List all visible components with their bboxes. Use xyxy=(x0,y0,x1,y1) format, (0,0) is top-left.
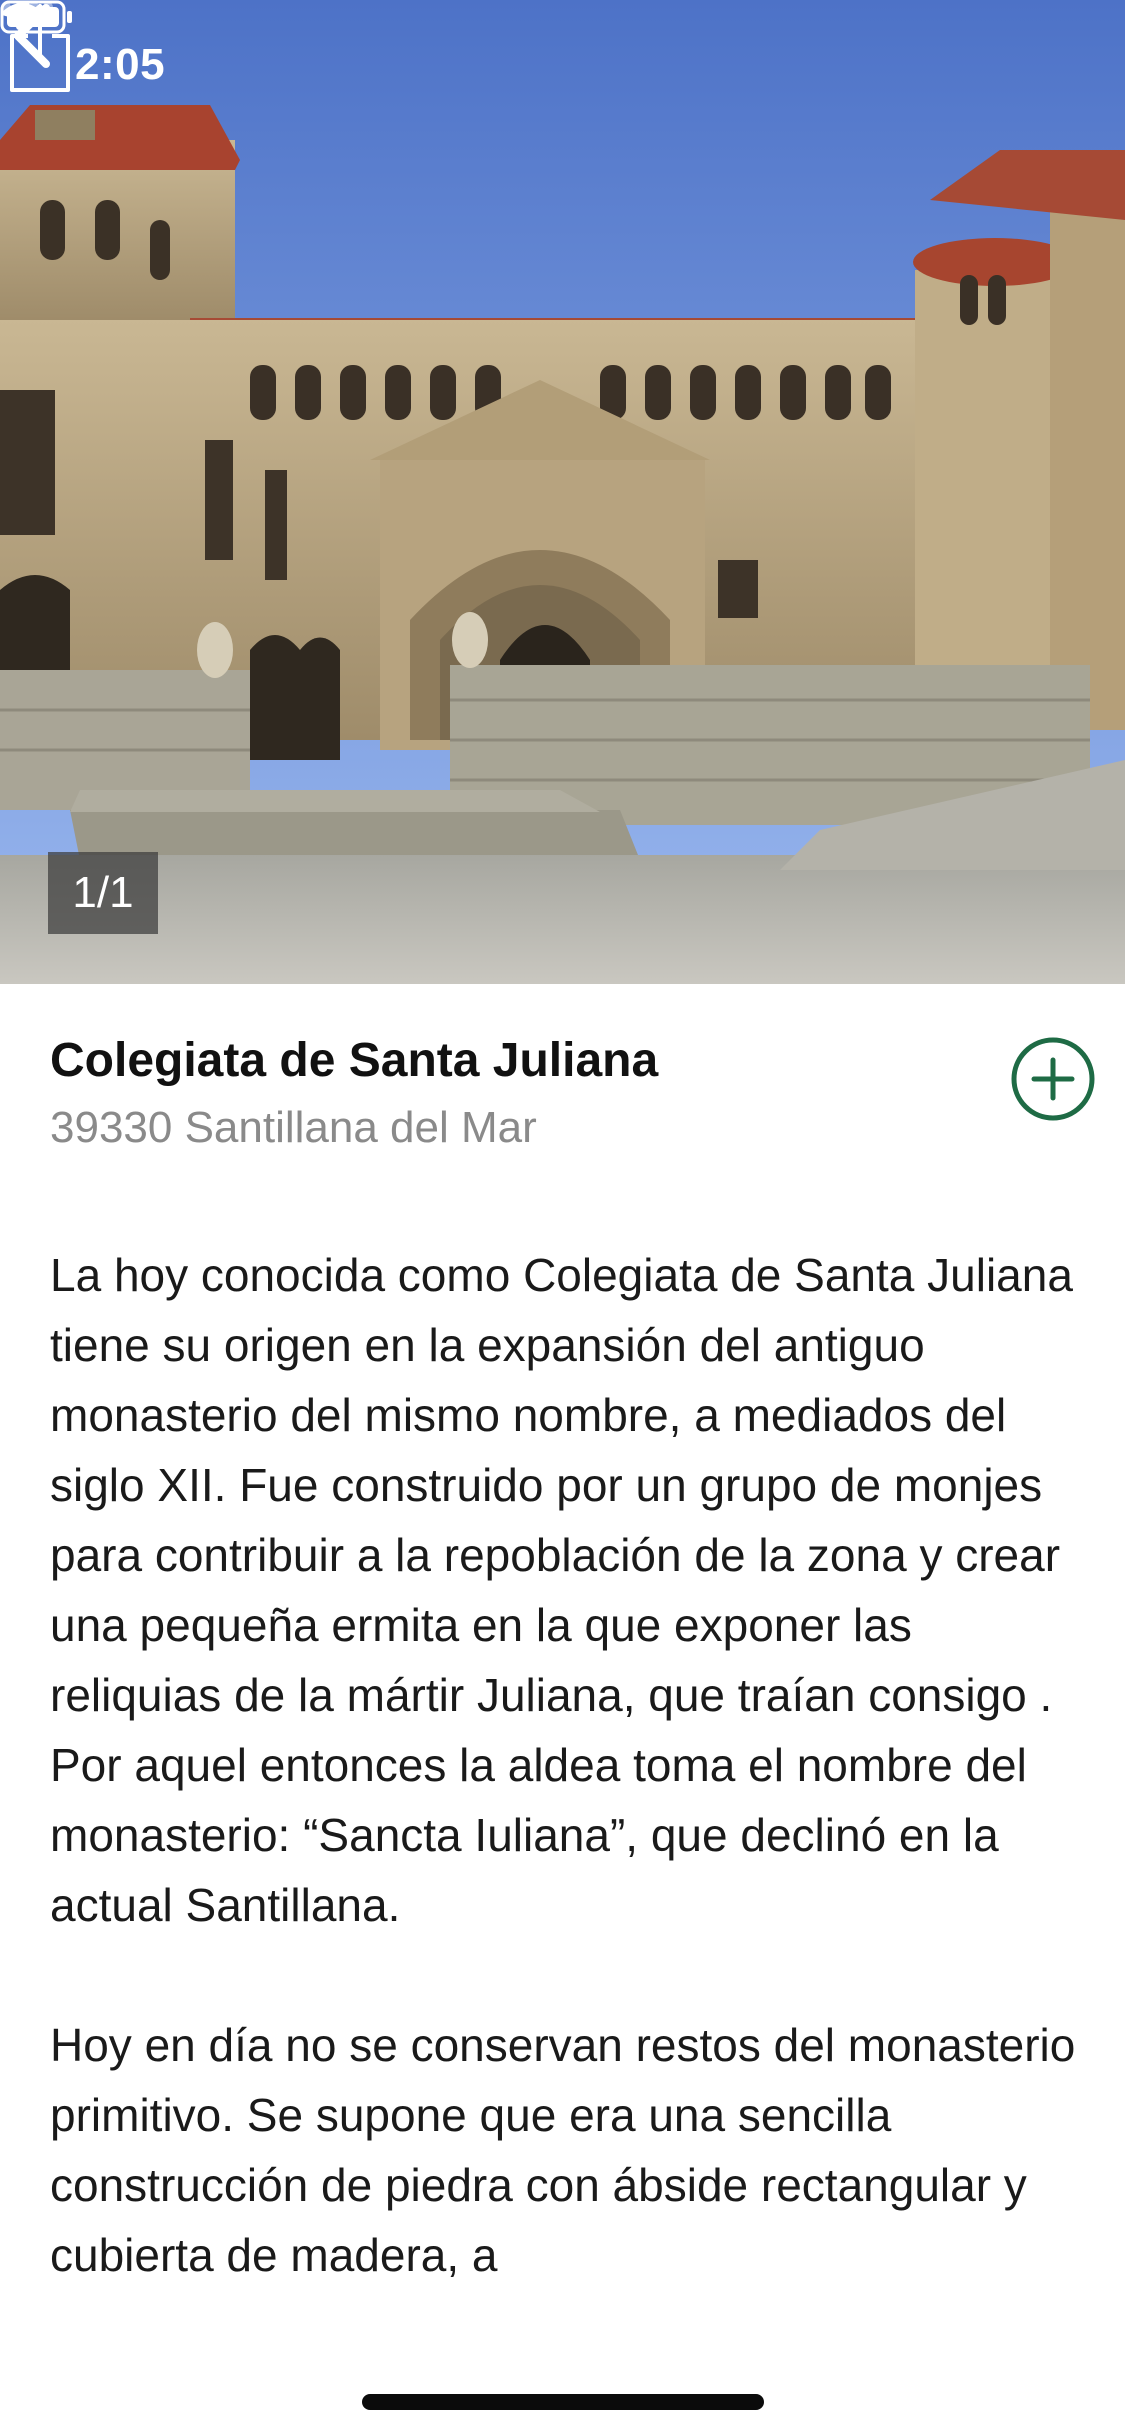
description-paragraph: La hoy conocida como Colegiata de Santa … xyxy=(50,1249,1073,1931)
hero-photo[interactable]: 2:05 1/1 xyxy=(0,0,1125,984)
place-detail-screen: 2:05 1/1 Colegiata de Santa Juliana 3933… xyxy=(0,0,1125,2436)
home-indicator[interactable] xyxy=(362,2394,764,2410)
place-description: La hoy conocida como Colegiata de Santa … xyxy=(50,1240,1080,2336)
photo-counter-badge: 1/1 xyxy=(48,852,158,934)
status-bar: 2:05 xyxy=(0,0,1125,132)
share-icon[interactable] xyxy=(0,0,80,96)
description-paragraph: Hoy en día no se conservan restos del mo… xyxy=(50,2019,1076,2281)
plus-circle-icon[interactable] xyxy=(1010,1036,1096,1122)
status-time: 2:05 xyxy=(75,40,166,89)
church-photo-illustration xyxy=(0,0,1125,984)
place-details: Colegiata de Santa Juliana 39330 Santill… xyxy=(0,984,1125,2336)
place-title: Colegiata de Santa Juliana xyxy=(50,1034,659,1087)
place-address: 39330 Santillana del Mar xyxy=(50,1103,537,1152)
